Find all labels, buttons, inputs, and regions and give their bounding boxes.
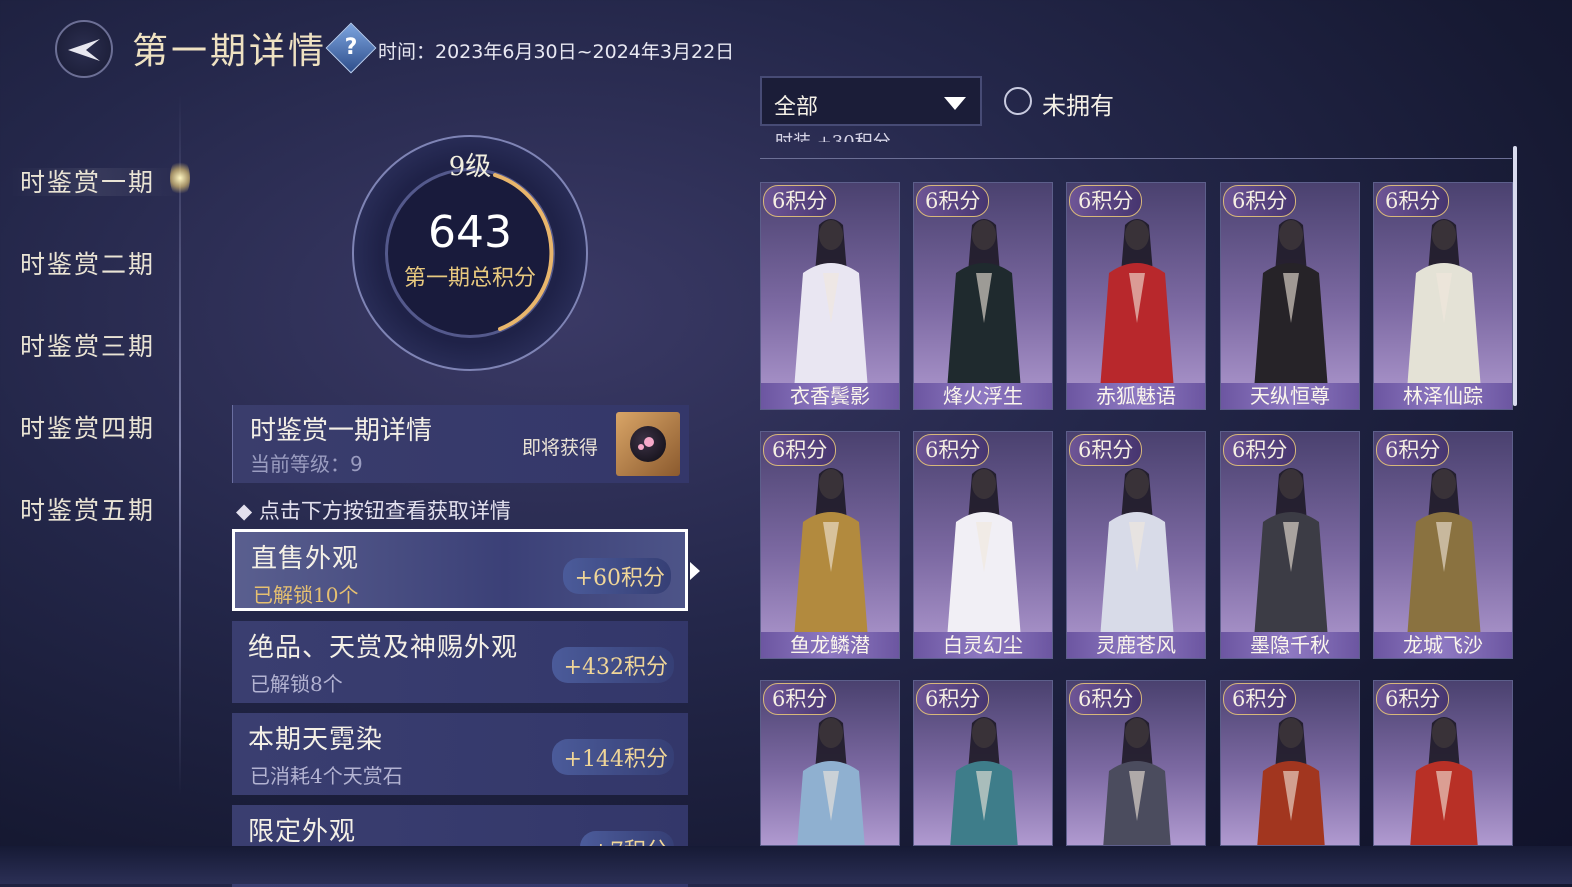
- outfit-item[interactable]: 6积分天纵恒尊: [1220, 182, 1360, 410]
- back-button[interactable]: [55, 20, 113, 78]
- period-detail-title: 时鉴赏一期详情: [250, 416, 433, 446]
- outfit-name: 龙城飞沙: [1374, 632, 1512, 658]
- category-points: +144积分: [551, 739, 674, 775]
- selected-pointer-icon: [690, 562, 700, 580]
- hint-text: ◆ 点击下方按钮查看获取详情: [236, 499, 511, 523]
- outfit-figure: [1402, 711, 1486, 845]
- total-score-label: 第一期总积分: [403, 266, 536, 291]
- upcoming-reward-icon[interactable]: [616, 412, 680, 476]
- category-dye[interactable]: 本期天霓染 已消耗4个天赏石 +144积分: [232, 713, 688, 795]
- outfit-points-tag: 6积分: [763, 434, 837, 466]
- outfit-points-tag: 6积分: [1376, 683, 1450, 715]
- outfit-points-tag: 6积分: [1223, 683, 1297, 715]
- outfit-item[interactable]: 6积分: [913, 680, 1053, 846]
- outfit-name: 白灵幻尘: [914, 632, 1052, 658]
- section-divider: [760, 158, 1512, 159]
- outfit-figure: [789, 462, 873, 652]
- soon-label: 即将获得: [522, 437, 599, 459]
- outfit-figure: [1402, 462, 1486, 652]
- category-points: +432积分: [551, 647, 674, 683]
- level-label: 9级: [448, 152, 492, 182]
- outfit-name: 烽火浮生: [914, 383, 1052, 409]
- outfit-points-tag: 6积分: [916, 683, 990, 715]
- outfit-item[interactable]: 6积分鱼龙鳞潜: [760, 431, 900, 659]
- outfit-points-tag: 6积分: [763, 185, 837, 217]
- outfit-item[interactable]: 6积分: [1220, 680, 1360, 846]
- chevron-down-icon: [944, 97, 966, 110]
- not-owned-radio[interactable]: [1004, 87, 1032, 115]
- not-owned-label[interactable]: 未拥有: [1042, 86, 1114, 121]
- category-subtitle: 已消耗4个天赏石: [250, 764, 403, 788]
- outfit-figure: [942, 213, 1026, 403]
- outfit-item[interactable]: 6积分: [1066, 680, 1206, 846]
- outfit-name: 衣香鬓影: [761, 383, 899, 409]
- current-level: 当前等级：9: [250, 452, 363, 476]
- outfit-item[interactable]: 6积分灵鹿苍风: [1066, 431, 1206, 659]
- outfit-figure: [1095, 462, 1179, 652]
- outfit-name: 赤狐魅语: [1067, 383, 1205, 409]
- category-subtitle: 已解锁10个: [253, 583, 359, 607]
- outfit-item[interactable]: 6积分林泽仙踪: [1373, 182, 1513, 410]
- outfit-points-tag: 6积分: [1223, 434, 1297, 466]
- filter-selected: 全部: [774, 95, 819, 120]
- outfit-points-tag: 6积分: [763, 683, 837, 715]
- nav-item-period-5[interactable]: 时鉴赏五期: [20, 491, 155, 527]
- outfit-item[interactable]: 6积分: [760, 680, 900, 846]
- outfit-name: 灵鹿苍风: [1067, 632, 1205, 658]
- outfit-name: 鱼龙鳞潜: [761, 632, 899, 658]
- outfit-item[interactable]: 6积分衣香鬓影: [760, 182, 900, 410]
- partial-section-header: 时装 +30积分: [775, 128, 891, 142]
- outfit-points-tag: 6积分: [1069, 683, 1143, 715]
- outfit-figure: [942, 462, 1026, 652]
- back-arrow-icon: [68, 39, 100, 61]
- nav-item-period-1[interactable]: 时鉴赏一期: [20, 163, 155, 199]
- category-direct-sale[interactable]: 直售外观 已解锁10个 +60积分: [232, 529, 688, 611]
- page-title: 第一期详情: [132, 31, 328, 72]
- nav-active-glow: [170, 158, 190, 198]
- outfit-figure: [789, 711, 873, 845]
- filter-dropdown[interactable]: 全部: [760, 76, 982, 126]
- outfit-points-tag: 6积分: [1069, 434, 1143, 466]
- category-premium[interactable]: 绝品、天赏及神赐外观 已解锁8个 +432积分: [232, 621, 688, 703]
- outfit-points-tag: 6积分: [1376, 434, 1450, 466]
- category-title: 直售外观: [251, 544, 360, 574]
- outfit-item[interactable]: 6积分: [1373, 680, 1513, 846]
- outfit-figure: [1095, 213, 1179, 403]
- outfit-item[interactable]: 6积分墨隐千秋: [1220, 431, 1360, 659]
- category-subtitle: 已解锁8个: [250, 672, 343, 696]
- category-title: 本期天霓染: [248, 725, 384, 755]
- outfit-figure: [1249, 711, 1333, 845]
- scrollbar[interactable]: [1513, 146, 1517, 406]
- nav-item-period-3[interactable]: 时鉴赏三期: [20, 327, 155, 363]
- outfit-name: 墨隐千秋: [1221, 632, 1359, 658]
- outfit-item[interactable]: 6积分烽火浮生: [913, 182, 1053, 410]
- help-icon[interactable]: ?: [325, 22, 377, 74]
- outfit-figure: [1095, 711, 1179, 845]
- outfit-points-tag: 6积分: [1376, 185, 1450, 217]
- time-range: 时间：2023年6月30日~2024年3月22日: [378, 41, 735, 63]
- outfit-name: 林泽仙踪: [1374, 383, 1512, 409]
- nav-item-period-2[interactable]: 时鉴赏二期: [20, 245, 155, 281]
- outfit-figure: [942, 711, 1026, 845]
- outfit-points-tag: 6积分: [916, 434, 990, 466]
- outfit-figure: [1249, 213, 1333, 403]
- category-points: +60积分: [562, 558, 671, 594]
- outfit-figure: [789, 213, 873, 403]
- outfit-item[interactable]: 6积分赤狐魅语: [1066, 182, 1206, 410]
- outfit-figure: [1402, 213, 1486, 403]
- outfit-item[interactable]: 6积分白灵幻尘: [913, 431, 1053, 659]
- outfit-item[interactable]: 6积分龙城飞沙: [1373, 431, 1513, 659]
- nav-divider: [179, 95, 181, 795]
- bottom-edge: [0, 846, 1572, 884]
- outfit-name: 天纵恒尊: [1221, 383, 1359, 409]
- outfit-points-tag: 6积分: [916, 185, 990, 217]
- outfit-points-tag: 6积分: [1223, 185, 1297, 217]
- nav-item-period-4[interactable]: 时鉴赏四期: [20, 409, 155, 445]
- outfit-figure: [1249, 462, 1333, 652]
- category-title: 限定外观: [248, 817, 357, 847]
- category-title: 绝品、天赏及神赐外观: [248, 633, 519, 663]
- total-score: 643: [428, 207, 512, 258]
- outfit-points-tag: 6积分: [1069, 185, 1143, 217]
